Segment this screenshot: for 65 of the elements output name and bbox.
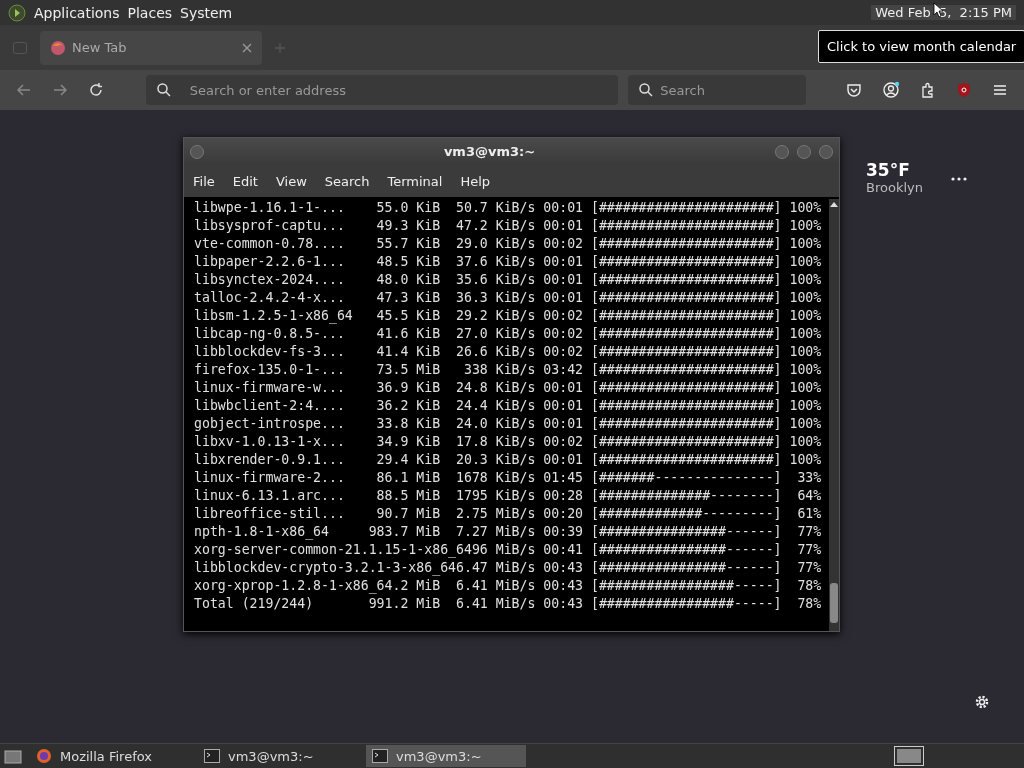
close-button[interactable] (819, 144, 833, 159)
terminal-line: libblockdev-crypto-3.2.1-3-x86_646.47 MiB/s 00:43 [################------] 77% (194, 559, 823, 577)
panel-menu[interactable]: Places (127, 4, 173, 21)
menu-item[interactable]: Edit (232, 173, 258, 189)
terminal-line: libpaper-2.2.6-1... 48.5 KiB 37.6 KiB/s 00:01 [######################] 100% (194, 253, 823, 271)
menu-item[interactable]: Search (324, 173, 370, 189)
distro-logo-icon[interactable] (8, 3, 26, 22)
terminal-line: libblockdev-fs-3... 41.4 KiB 26.6 KiB/s 00:02 [######################] 100% (194, 343, 823, 361)
menu-icon[interactable] (992, 82, 1009, 98)
terminal-line: firefox-135.0-1-... 73.5 MiB 338 KiB/s 03:42 [######################] 100% (194, 361, 823, 379)
terminal-line: Total (219/244) 991.2 MiB 6.41 MiB/s 00:43 [#################-----] 78% (194, 595, 823, 613)
menu-item[interactable]: Help (460, 173, 491, 189)
taskbar-item[interactable]: vm3@vm3:~ (366, 745, 526, 767)
panel-menu[interactable]: System (180, 4, 233, 21)
forward-arrow-icon[interactable] (51, 82, 68, 98)
back-arrow-icon[interactable] (16, 82, 32, 98)
terminal-line: linux-firmware-w... 36.9 KiB 24.8 KiB/s 00:01 [######################] 100% (194, 379, 823, 397)
window-menu-button[interactable] (190, 144, 204, 159)
search-icon (638, 82, 655, 98)
terminal-line: libreoffice-stil... 90.7 MiB 2.75 MiB/s 00:20 [#############---------] 61% (194, 505, 823, 523)
location-name: Brooklyn (866, 180, 923, 195)
settings-icon[interactable] (974, 694, 990, 710)
terminal-line: npth-1.8-1-x86_64 983.7 MiB 7.27 MiB/s 00:39 [################------] 77% (194, 523, 823, 541)
taskbar-item[interactable]: vm3@vm3:~ (198, 745, 358, 767)
terminal-line: libcap-ng-0.8.5-... 41.6 KiB 27.0 KiB/s 00:02 [######################] 100% (194, 325, 823, 343)
panel-menu[interactable]: Applications (34, 4, 120, 21)
taskbar-item[interactable]: Mozilla Firefox (30, 745, 190, 767)
menu-item[interactable]: Terminal (387, 173, 443, 189)
terminal-icon (372, 749, 388, 763)
terminal-line: libsynctex-2024.... 48.0 KiB 35.6 KiB/s 00:01 [######################] 100% (194, 271, 823, 289)
account-icon[interactable] (882, 81, 901, 99)
search-field[interactable]: Search (628, 75, 807, 105)
terminal-line: linux-6.13.1.arc... 88.5 MiB 1795 KiB/s 00:28 [##############--------] 64% (194, 487, 823, 505)
minimize-button[interactable] (775, 144, 789, 159)
terminal-line: gobject-introspe... 33.8 KiB 24.0 KiB/s 00:01 [######################] 100% (194, 415, 823, 433)
terminal-line: xorg-server-common-21.1.15-1-x86_6496 MiB/s 00:41 [################------] 77% (194, 541, 823, 559)
temperature: 35°F (866, 160, 911, 180)
terminal-line: libxrender-0.9.1... 29.4 KiB 20.3 KiB/s 00:01 [######################] 100% (194, 451, 823, 469)
terminal-line: talloc-2.4.2-4-x... 47.3 KiB 36.3 KiB/s 00:01 [######################] 100% (194, 289, 823, 307)
show-desktop-icon[interactable] (4, 748, 22, 764)
terminal-line: libsysprof-captu... 49.3 KiB 47.2 KiB/s 00:01 [######################] 100% (194, 217, 823, 235)
menu-item[interactable]: File (193, 173, 215, 189)
tooltip: Click to view month calendar (818, 30, 1024, 63)
address-field[interactable]: Search or enter address (145, 75, 619, 105)
window-title: vm3@vm3:~ (442, 144, 537, 159)
terminal-line: libwpe-1.16.1-1-... 55.0 KiB 50.7 KiB/s 00:01 [######################] 100% (194, 199, 823, 217)
menu-item[interactable]: View (275, 173, 307, 189)
search-icon (155, 82, 172, 98)
close-icon[interactable] (242, 42, 252, 53)
shield-icon[interactable] (956, 82, 973, 98)
reload-icon[interactable] (87, 82, 104, 98)
terminal-line: linux-firmware-2... 86.1 MiB 1678 KiB/s 01:45 [#######---------------] 33% (194, 469, 823, 487)
terminal-line: libxv-1.0.13-1-x... 34.9 KiB 17.8 KiB/s 00:02 [######################] 100% (194, 433, 823, 451)
terminal-line: xorg-xprop-1.2.8-1-x86_64.2 MiB 6.41 MiB/s 00:43 [#################-----] 78% (194, 577, 823, 595)
scrollbar-thumb[interactable] (830, 583, 838, 623)
terminal-line: libwbclient-2:4.... 36.2 KiB 24.4 KiB/s 00:01 [######################] 100% (194, 397, 823, 415)
maximize-button[interactable] (797, 144, 811, 159)
terminal-icon (204, 749, 220, 763)
scroll-up-arrow-icon[interactable] (830, 201, 838, 207)
scrollbar[interactable] (829, 199, 839, 631)
terminal-line: libsm-1.2.5-1-x86_64 45.5 KiB 29.2 KiB/s 00:02 [######################] 100% (194, 307, 823, 325)
more-options-icon[interactable] (951, 177, 967, 181)
terminal-line: vte-common-0.78.... 55.7 KiB 29.0 KiB/s 00:02 [######################] 100% (194, 235, 823, 253)
workspace-switcher[interactable] (894, 746, 924, 766)
browser-tab[interactable]: New Tab (40, 30, 262, 65)
